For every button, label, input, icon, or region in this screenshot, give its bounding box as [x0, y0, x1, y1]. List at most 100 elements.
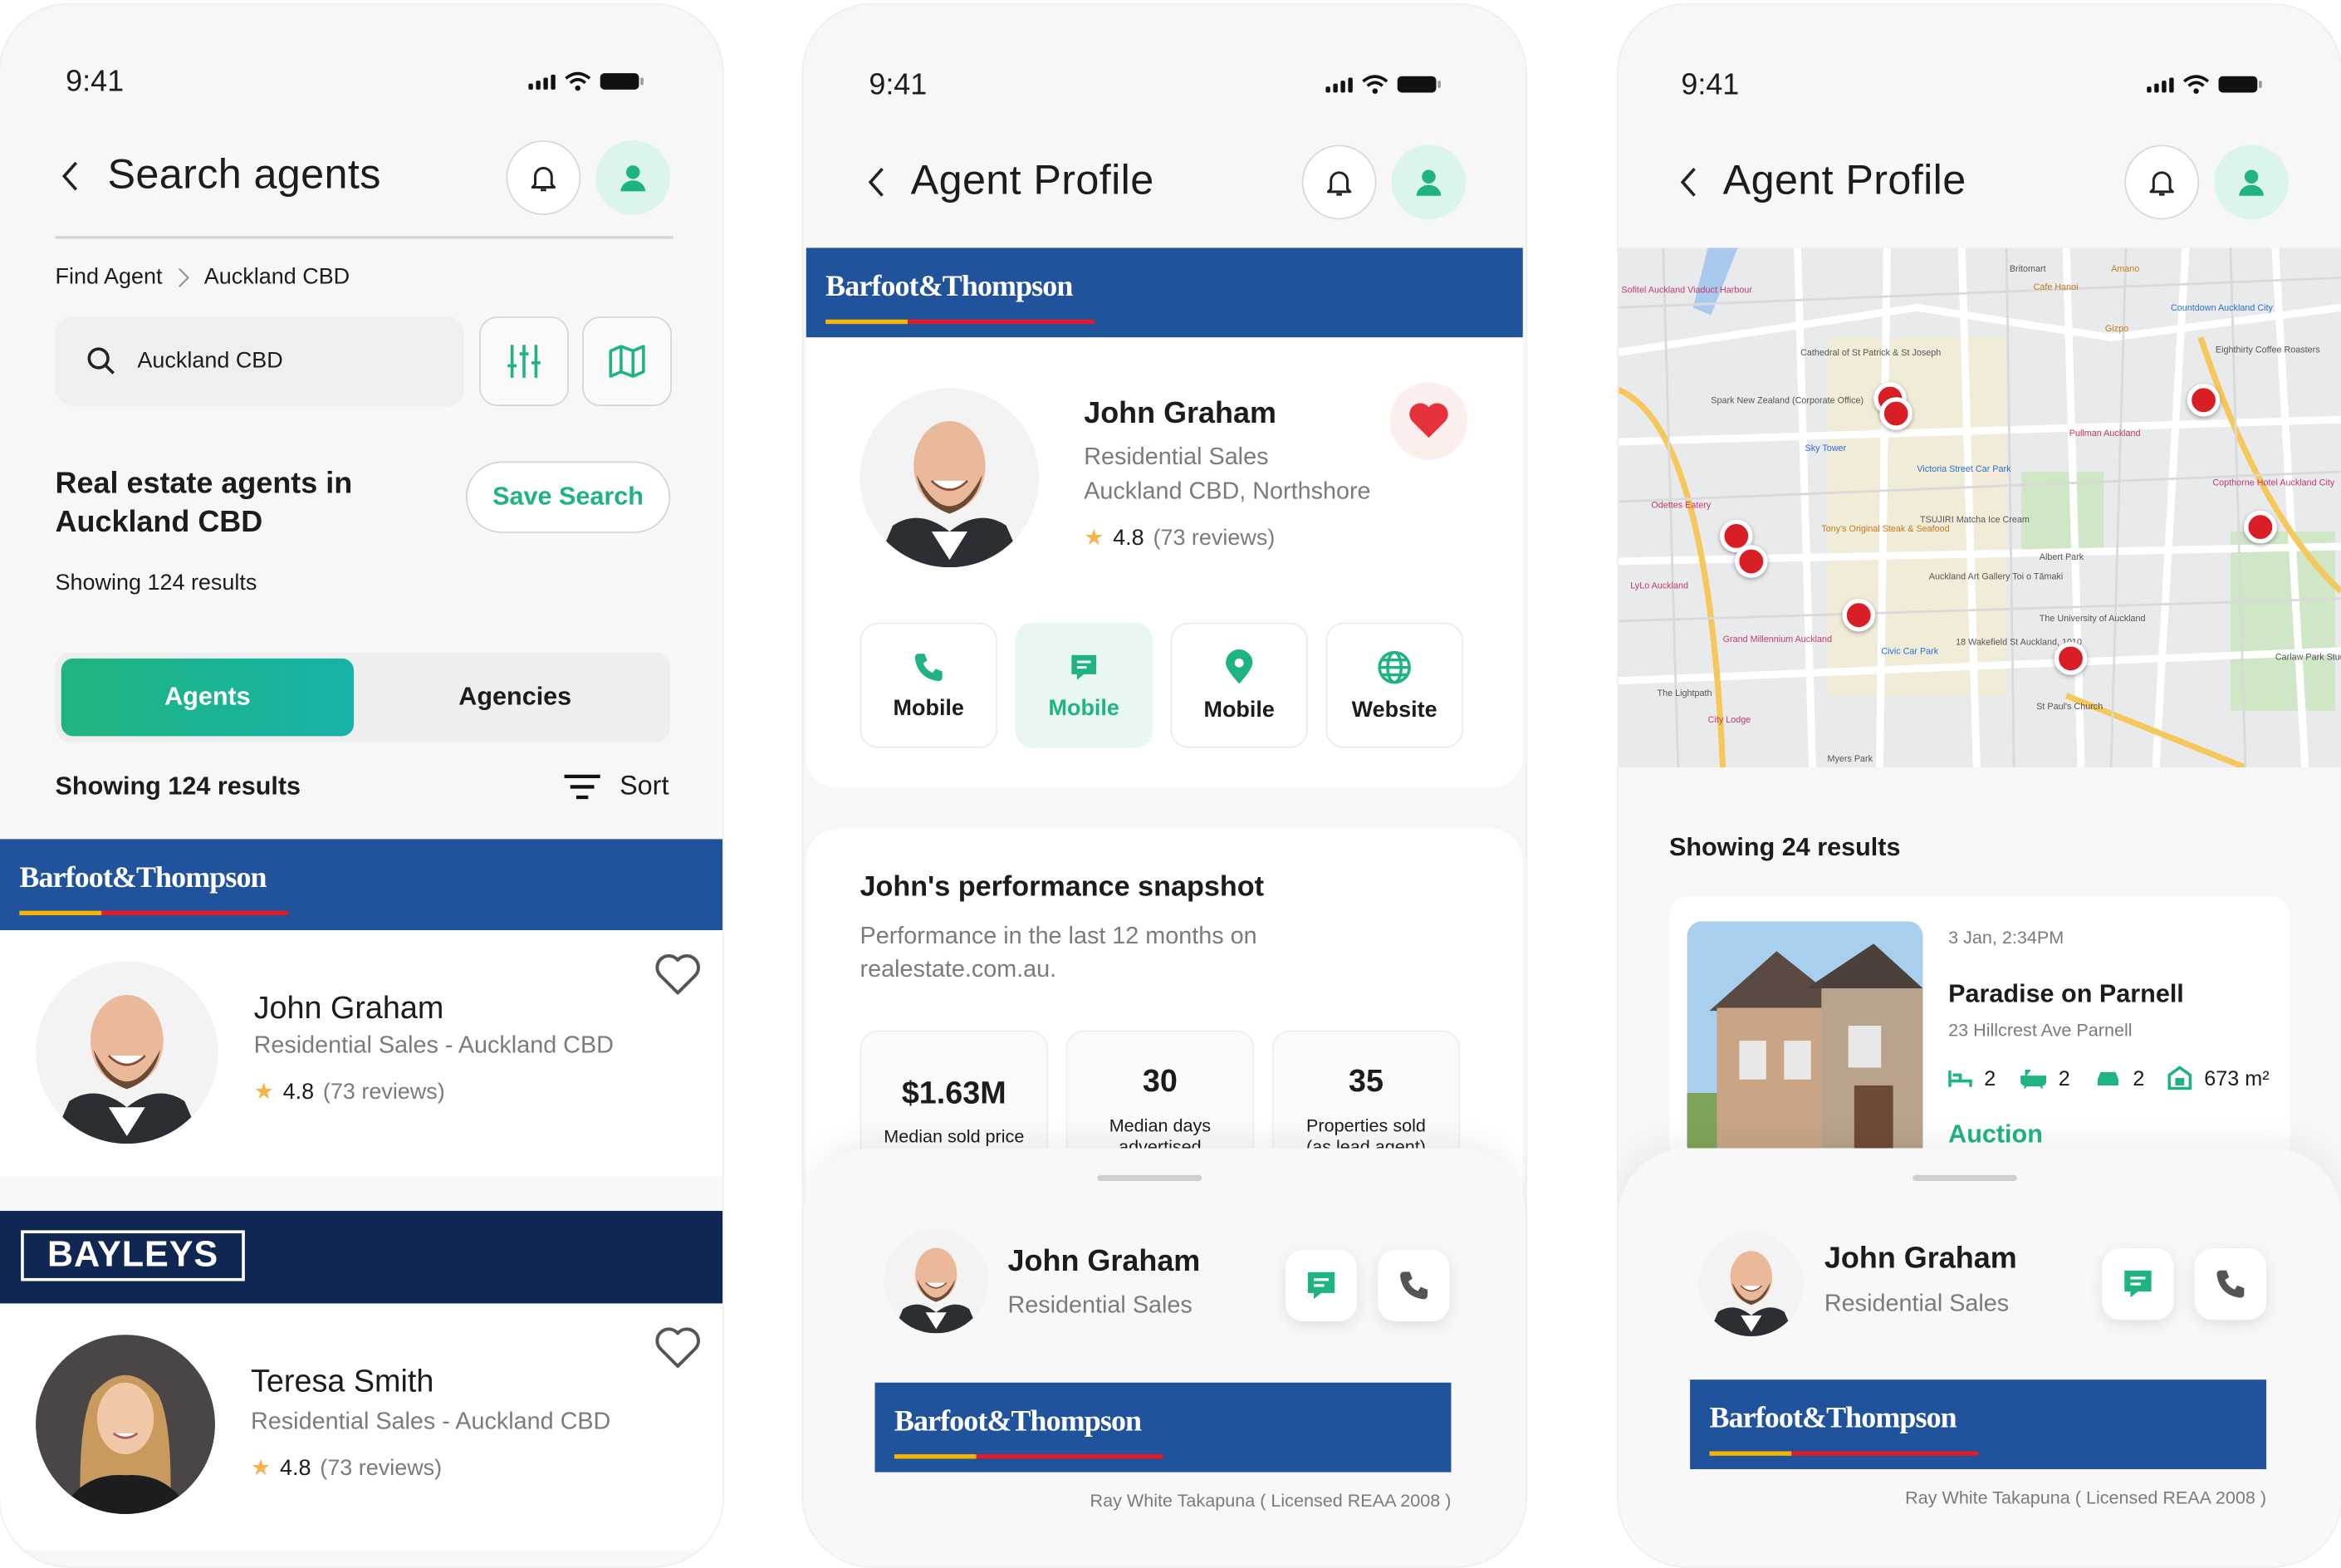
- chevron-left-icon: [1680, 167, 1696, 197]
- message-button[interactable]: [2102, 1247, 2174, 1321]
- agent-bottom-sheet[interactable]: John Graham Residential Sales Barfoot&Th…: [803, 1148, 1526, 1566]
- chat-icon: [1307, 1272, 1335, 1300]
- agent-name: John Graham: [1007, 1245, 1201, 1278]
- status-icons: [528, 71, 644, 91]
- heart-filled-icon: [1409, 403, 1448, 439]
- logo-underline-yellow: [894, 1454, 977, 1459]
- search-input-value: Auckland CBD: [137, 347, 283, 374]
- agent-role: Residential Sales: [1007, 1292, 1193, 1319]
- heart-outline-icon[interactable]: [654, 953, 702, 997]
- barfoot-thompson-logo: Barfoot&Thompson: [825, 270, 1073, 303]
- map-label: Auckland Art Gallery Toi o Tāmaki: [1928, 573, 2064, 583]
- sheet-drag-handle[interactable]: [1912, 1174, 2017, 1182]
- profile-button[interactable]: [1391, 145, 1467, 220]
- listing-features: 2 2 2 673 m²: [1948, 1066, 2270, 1090]
- chevron-left-icon: [61, 161, 78, 191]
- map-view-button[interactable]: [582, 316, 673, 407]
- call-button[interactable]: [1378, 1249, 1450, 1322]
- map-marker[interactable]: [1879, 397, 1912, 430]
- agent-photo: [36, 961, 218, 1144]
- sheet-drag-handle[interactable]: [1097, 1174, 1202, 1182]
- location-pin-icon: [1225, 649, 1253, 684]
- profile-button[interactable]: [2214, 145, 2290, 220]
- performance-description: Performance in the last 12 months on rea…: [860, 924, 1257, 982]
- results-count: Showing 24 results: [1668, 833, 1901, 862]
- agent-listings-map[interactable]: Sofitel Auckland Viaduct Harbour Spark N…: [1618, 247, 2341, 768]
- map-label: Eighthirty Coffee Roasters: [2215, 346, 2320, 355]
- favorite-button[interactable]: [1389, 382, 1468, 460]
- agent-card[interactable]: Teresa Smith Residential Sales - Aucklan…: [0, 1303, 723, 1551]
- car-icon: [2097, 1071, 2118, 1086]
- filter-button[interactable]: [479, 316, 569, 407]
- notifications-button[interactable]: [2124, 145, 2200, 220]
- message-button[interactable]: [1285, 1249, 1358, 1322]
- heart-outline-icon[interactable]: [654, 1325, 702, 1370]
- notifications-button[interactable]: [1301, 145, 1377, 220]
- agent-role: Residential Sales: [1824, 1291, 2010, 1317]
- phone-icon: [1400, 1272, 1428, 1300]
- map-label: Cafe Hanoi: [2033, 283, 2079, 293]
- map-marker[interactable]: [1842, 598, 1876, 632]
- message-mobile-button[interactable]: Mobile: [1015, 622, 1153, 748]
- action-label: Mobile: [893, 694, 964, 721]
- sliders-icon: [507, 345, 541, 378]
- chat-icon: [2124, 1270, 2152, 1298]
- star-icon: ★: [1084, 525, 1104, 551]
- map-marker[interactable]: [2244, 510, 2277, 544]
- sort-button[interactable]: Sort: [563, 771, 669, 802]
- listing-sale-type: Auction: [1948, 1120, 2043, 1149]
- status-time: 9:41: [66, 66, 125, 99]
- agent-role: Residential Sales - Auckland CBD: [253, 1033, 614, 1059]
- save-search-button[interactable]: Save Search: [465, 461, 671, 533]
- battery-icon: [1397, 76, 1441, 93]
- map-label: Civic Car Park: [1881, 648, 1939, 658]
- listing-date: 3 Jan, 2:34PM: [1948, 927, 2064, 948]
- map-marker[interactable]: [2054, 642, 2088, 675]
- notifications-button[interactable]: [506, 140, 581, 215]
- map-label: Gizpo: [2104, 325, 2129, 335]
- agent-bottom-sheet[interactable]: John Graham Residential Sales Barfoot&Th…: [1618, 1148, 2341, 1566]
- profile-button[interactable]: [595, 140, 671, 215]
- listing-address: 23 Hillcrest Ave Parnell: [1948, 1019, 2133, 1041]
- signal-icon: [528, 73, 556, 89]
- logo-underline-yellow: [1709, 1451, 1792, 1456]
- status-icons: [1325, 75, 1441, 94]
- land-area-icon: [2168, 1066, 2192, 1090]
- breadcrumb-current: Auckland CBD: [203, 264, 350, 290]
- map-label: Pullman Auckland: [2069, 429, 2141, 439]
- action-label: Website: [1351, 696, 1437, 723]
- agent-photo-bald-man: [1698, 1232, 1804, 1337]
- map-marker[interactable]: [1735, 545, 1768, 578]
- agent-area: Auckland CBD, Northshore: [1084, 479, 1371, 505]
- map-label: Odettes Eatery: [1651, 502, 1712, 511]
- back-button[interactable]: [1678, 166, 1699, 207]
- logo-underline-red: [101, 910, 288, 916]
- location-mobile-button[interactable]: Mobile: [1170, 622, 1308, 748]
- back-button[interactable]: [60, 159, 81, 200]
- breadcrumb-root[interactable]: Find Agent: [56, 264, 163, 290]
- wifi-icon: [565, 71, 591, 91]
- barfoot-thompson-banner: Barfoot&Thompson: [1690, 1379, 2267, 1470]
- back-button[interactable]: [866, 166, 887, 207]
- agent-photo: [1698, 1232, 1804, 1337]
- agent-photo: [36, 1335, 215, 1514]
- signal-icon: [1325, 76, 1353, 92]
- agent-role: Residential Sales - Auckland CBD: [251, 1409, 611, 1435]
- barfoot-thompson-logo: Barfoot&Thompson: [1709, 1402, 1957, 1435]
- bell-icon: [1326, 171, 1352, 196]
- map-label: Britomart: [2009, 266, 2046, 275]
- search-input[interactable]: Auckland CBD: [55, 316, 465, 407]
- map-marker[interactable]: [2187, 384, 2221, 417]
- call-button[interactable]: [2194, 1247, 2267, 1321]
- call-mobile-button[interactable]: Mobile: [860, 622, 997, 748]
- tab-agencies[interactable]: Agencies: [365, 659, 664, 736]
- stat-value: 30: [1142, 1064, 1178, 1100]
- listing-card[interactable]: 3 Jan, 2:34PM Paradise on Parnell 23 Hil…: [1668, 895, 2290, 1180]
- phone-search-agents: 9:41 Search agents Find Agent Auckland C…: [0, 4, 723, 1566]
- tab-agents[interactable]: Agents: [61, 658, 355, 737]
- user-icon: [620, 165, 646, 192]
- divider: [55, 236, 673, 239]
- agent-card[interactable]: John Graham Residential Sales - Auckland…: [0, 930, 723, 1177]
- website-button[interactable]: Website: [1325, 622, 1463, 748]
- sort-icon: [564, 773, 600, 799]
